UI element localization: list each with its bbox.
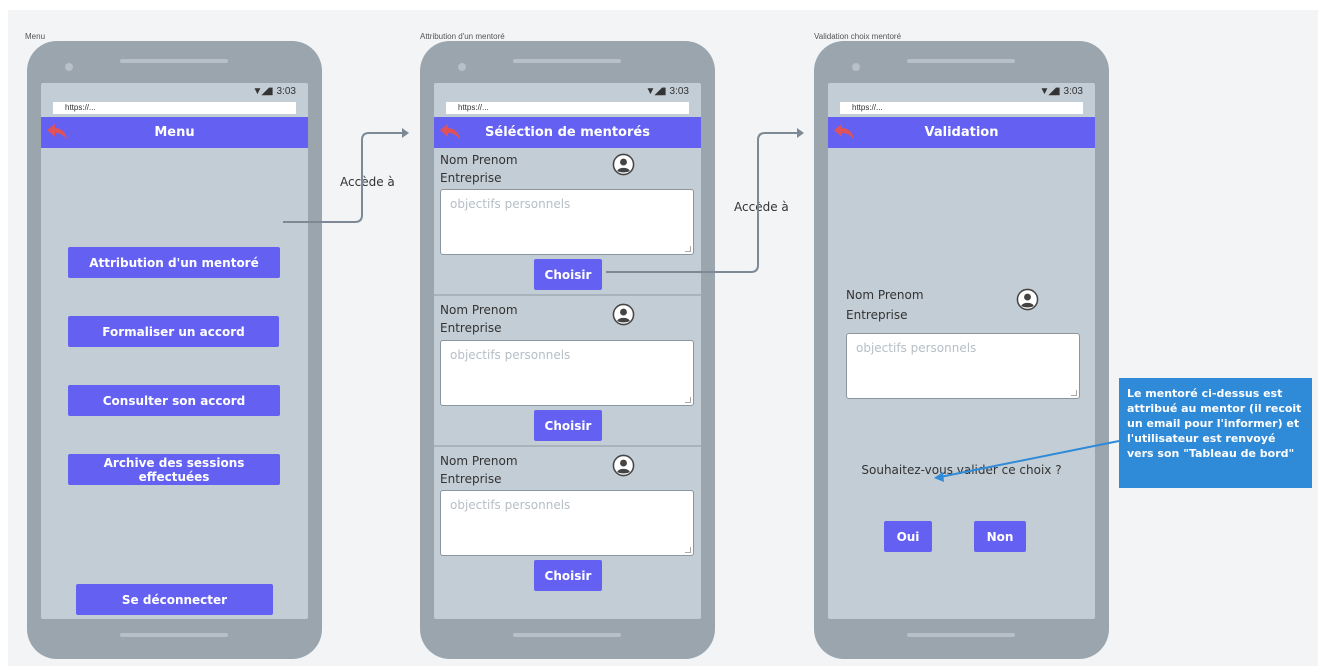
url-bar[interactable]: https://... xyxy=(53,102,296,114)
no-button[interactable]: Non xyxy=(974,521,1026,552)
home-indicator xyxy=(120,633,228,637)
signal-icon: ▼◢▮ xyxy=(645,86,666,97)
objectives-textarea[interactable]: objectifs personnels xyxy=(440,189,694,255)
page-title: Validation xyxy=(924,125,999,140)
choisir-button[interactable]: Choisir xyxy=(534,560,602,591)
app-bar: Séléction de mentorés xyxy=(434,117,701,148)
page-title: Séléction de mentorés xyxy=(485,125,650,140)
app-bar: Menu xyxy=(41,117,308,148)
screen-validation: ▼◢▮ 3:03 https://... Validation Nom Pren… xyxy=(828,83,1095,619)
confirmation-question: Souhaitez-vous valider ce choix ? xyxy=(861,463,1062,477)
connector-label: Accède à xyxy=(340,175,395,189)
mentore-company: Entreprise xyxy=(440,472,502,486)
signal-icon: ▼◢▮ xyxy=(252,86,273,97)
objectives-textarea[interactable]: objectifs personnels xyxy=(846,333,1080,399)
avatar-icon xyxy=(1016,288,1039,311)
objectives-placeholder: objectifs personnels xyxy=(450,197,571,211)
resize-grip-icon[interactable] xyxy=(685,246,691,252)
choisir-button[interactable]: Choisir xyxy=(534,410,602,441)
page-title: Menu xyxy=(154,125,195,140)
frame-label-attribution: Attribution d'un mentoré xyxy=(420,32,505,41)
mentore-name: Nom Prenom xyxy=(440,454,518,468)
resize-grip-icon[interactable] xyxy=(685,547,691,553)
objectives-placeholder: objectifs personnels xyxy=(856,341,977,355)
back-arrow-icon[interactable] xyxy=(46,123,68,141)
status-bar: ▼◢▮ 3:03 xyxy=(252,86,296,97)
attribution-mentore-button[interactable]: Attribution d'un mentoré xyxy=(68,247,280,278)
url-bar[interactable]: https://... xyxy=(446,102,689,114)
home-indicator xyxy=(907,633,1015,637)
status-bar: ▼◢▮ 3:03 xyxy=(645,86,689,97)
signal-icon: ▼◢▮ xyxy=(1039,86,1060,97)
status-time: 3:03 xyxy=(669,86,689,97)
back-arrow-icon[interactable] xyxy=(439,123,461,141)
objectives-textarea[interactable]: objectifs personnels xyxy=(440,340,694,406)
archive-sessions-button[interactable]: Archive des sessions effectuées xyxy=(68,454,280,485)
back-arrow-icon[interactable] xyxy=(833,123,855,141)
connector-label: Accède à xyxy=(734,200,789,214)
card-divider xyxy=(434,445,701,447)
url-bar[interactable]: https://... xyxy=(840,102,1083,114)
yes-button[interactable]: Oui xyxy=(884,521,932,552)
phone-menu: ▼◢▮ 3:03 https://... Menu Attribution d'… xyxy=(27,41,322,659)
mentore-company: Entreprise xyxy=(440,321,502,335)
consulter-accord-button[interactable]: Consulter son accord xyxy=(68,385,280,416)
screen-menu: ▼◢▮ 3:03 https://... Menu Attribution d'… xyxy=(41,83,308,619)
speaker-grille xyxy=(513,59,621,63)
camera-dot xyxy=(458,63,466,71)
status-time: 3:03 xyxy=(1063,86,1083,97)
resize-grip-icon[interactable] xyxy=(685,397,691,403)
objectives-placeholder: objectifs personnels xyxy=(450,348,571,362)
annotation-note: Le mentoré ci-dessus est attribué au men… xyxy=(1119,378,1312,488)
home-indicator xyxy=(513,633,621,637)
card-divider xyxy=(434,294,701,296)
status-time: 3:03 xyxy=(276,86,296,97)
mentore-name: Nom Prenom xyxy=(440,303,518,317)
frame-label-validation: Validation choix mentoré xyxy=(814,32,902,41)
resize-grip-icon[interactable] xyxy=(1071,390,1077,396)
formaliser-accord-button[interactable]: Formaliser un accord xyxy=(68,316,279,347)
camera-dot xyxy=(852,63,860,71)
mentore-name: Nom Prenom xyxy=(440,153,518,167)
app-bar: Validation xyxy=(828,117,1095,148)
screen-selection: ▼◢▮ 3:03 https://... Séléction de mentor… xyxy=(434,83,701,619)
phone-selection: ▼◢▮ 3:03 https://... Séléction de mentor… xyxy=(420,41,715,659)
logout-button[interactable]: Se déconnecter xyxy=(76,584,273,615)
speaker-grille xyxy=(907,59,1015,63)
mentore-company: Entreprise xyxy=(846,308,908,322)
avatar-icon xyxy=(612,303,635,326)
objectives-placeholder: objectifs personnels xyxy=(450,498,571,512)
mentore-company: Entreprise xyxy=(440,171,502,185)
choisir-button[interactable]: Choisir xyxy=(534,259,602,290)
status-bar: ▼◢▮ 3:03 xyxy=(1039,86,1083,97)
mentore-name: Nom Prenom xyxy=(846,288,924,302)
objectives-textarea[interactable]: objectifs personnels xyxy=(440,490,694,556)
frame-label-menu: Menu xyxy=(25,32,46,41)
phone-validation: ▼◢▮ 3:03 https://... Validation Nom Pren… xyxy=(814,41,1109,659)
avatar-icon xyxy=(612,153,635,176)
avatar-icon xyxy=(612,454,635,477)
speaker-grille xyxy=(120,59,228,63)
camera-dot xyxy=(65,63,73,71)
